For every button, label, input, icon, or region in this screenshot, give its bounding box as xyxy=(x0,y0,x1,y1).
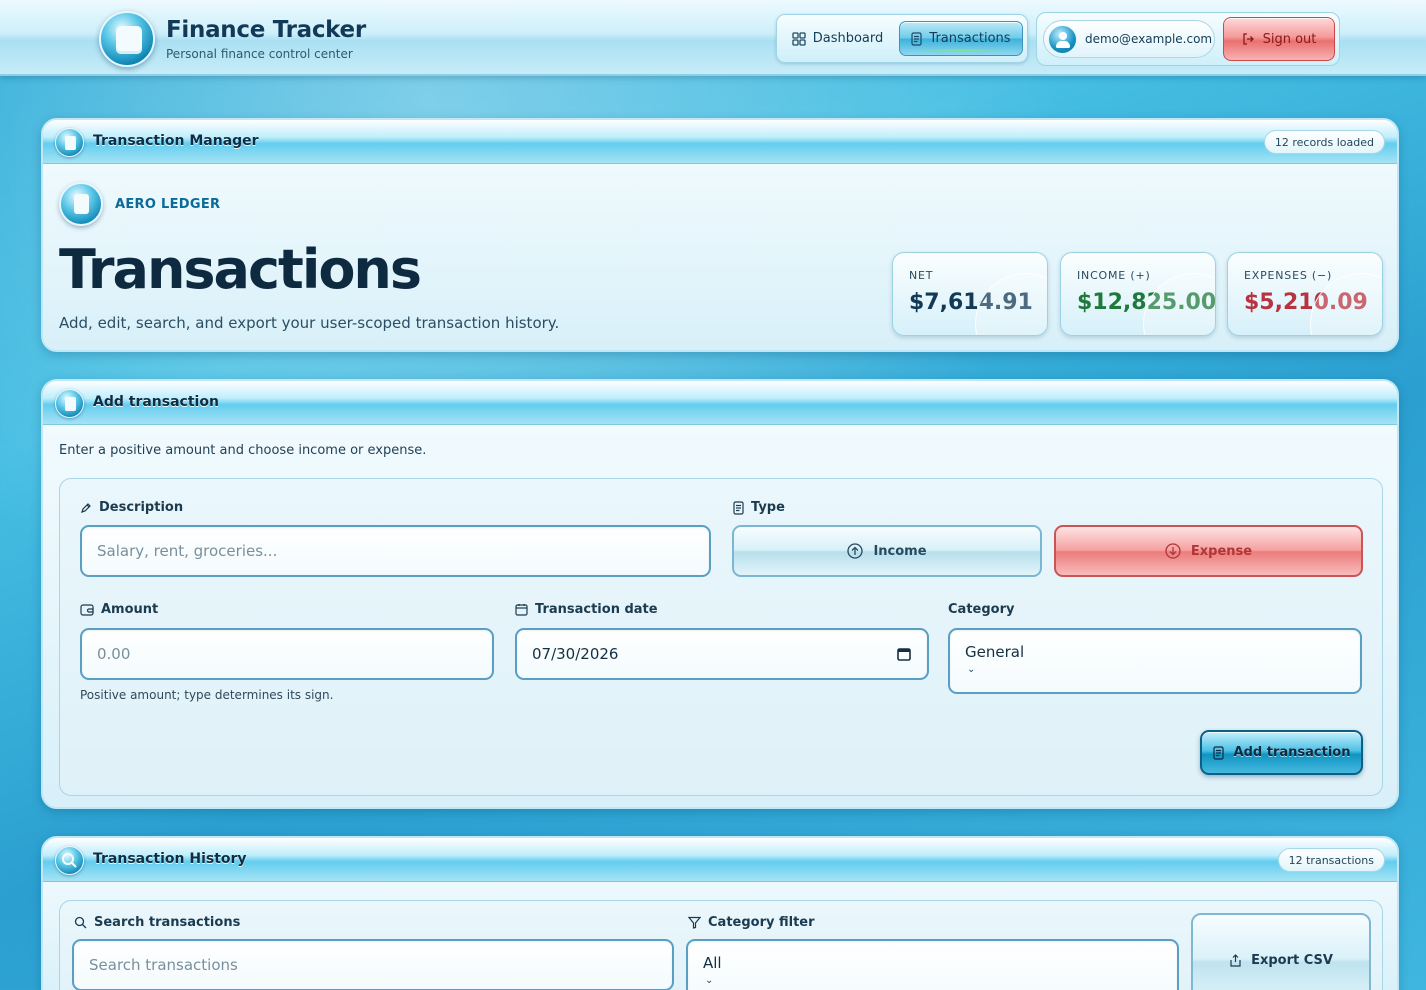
main-nav: Dashboard Transactions xyxy=(776,14,1028,63)
category-label: Category xyxy=(948,602,1014,617)
expenses-value: $5,210.09 xyxy=(1244,290,1368,315)
add-transaction-panel: Add transaction Enter a positive amount … xyxy=(41,379,1399,809)
sign-out-label: Sign out xyxy=(1262,31,1317,47)
category-filter-label-text: Category filter xyxy=(708,915,815,930)
category-select[interactable]: General ⌄ xyxy=(948,628,1362,694)
amount-label: Amount xyxy=(80,602,158,617)
date-label-text: Transaction date xyxy=(535,602,658,617)
nav-dashboard-button[interactable]: Dashboard xyxy=(784,21,891,56)
history-filters: Search transactions Search transactions … xyxy=(59,900,1383,990)
page-description: Add, edit, search, and export your user-… xyxy=(59,314,560,332)
eyebrow-label: AERO LEDGER xyxy=(115,197,221,212)
user-avatar-icon xyxy=(1048,24,1077,54)
wallet-icon xyxy=(80,603,94,616)
calendar-icon xyxy=(515,603,528,616)
search-placeholder: Search transactions xyxy=(89,956,238,974)
filter-icon xyxy=(688,916,701,929)
amount-input[interactable]: 0.00 xyxy=(80,628,494,680)
amount-placeholder: 0.00 xyxy=(97,645,131,663)
transaction-manager-panel: Transaction Manager 12 records loaded AE… xyxy=(41,118,1399,352)
expenses-stat-card: EXPENSES (−) $5,210.09 xyxy=(1227,252,1383,336)
export-csv-label: Export CSV xyxy=(1251,953,1333,968)
search-label-text: Search transactions xyxy=(94,915,241,930)
sign-out-icon xyxy=(1242,33,1254,45)
category-label-text: Category xyxy=(948,602,1015,617)
export-csv-button[interactable]: Export CSV xyxy=(1191,913,1371,990)
amount-label-text: Amount xyxy=(101,602,159,617)
description-label: Description xyxy=(80,500,183,515)
income-stat-card: INCOME (+) $12,825.00 xyxy=(1060,252,1216,336)
app-subtitle: Personal finance control center xyxy=(166,47,353,61)
expense-label: Expense xyxy=(1190,543,1253,559)
nav-transactions-button[interactable]: Transactions xyxy=(899,21,1023,56)
export-icon xyxy=(1229,954,1242,967)
add-transaction-label: Add transaction xyxy=(1233,745,1351,760)
chevron-down-icon: ⌄ xyxy=(967,664,976,675)
aero-ledger-icon xyxy=(59,182,103,226)
net-stat-card: NET $7,614.91 xyxy=(892,252,1048,336)
description-label-text: Description xyxy=(99,500,184,515)
type-label-text: Type xyxy=(751,500,785,515)
records-loaded-badge: 12 records loaded xyxy=(1263,130,1385,154)
panel-header: Transaction Manager 12 records loaded xyxy=(43,120,1397,164)
expense-type-button[interactable]: Expense xyxy=(1054,525,1363,577)
dashboard-grid-icon xyxy=(792,31,806,46)
panel-title: Transaction History xyxy=(93,851,247,867)
form-hint: Enter a positive amount and choose incom… xyxy=(59,443,427,458)
income-label: Income xyxy=(873,543,927,559)
arrow-up-circle-icon xyxy=(847,543,864,559)
app-logo-icon xyxy=(99,11,155,67)
category-filter-value: All xyxy=(703,954,722,972)
panel-title: Transaction Manager xyxy=(93,133,259,149)
page-title: Transactions xyxy=(59,238,422,301)
stat-label: NET xyxy=(909,269,934,282)
type-label: Type xyxy=(733,500,785,515)
panel-header: Add transaction xyxy=(43,381,1397,425)
search-label: Search transactions xyxy=(74,915,240,930)
ledger-icon xyxy=(55,389,84,418)
category-filter-select[interactable]: All ⌄ xyxy=(686,939,1179,990)
user-account-chip[interactable]: demo@example.com xyxy=(1043,20,1215,58)
chevron-down-icon: ⌄ xyxy=(705,975,714,986)
user-email: demo@example.com xyxy=(1085,32,1213,46)
search-orb-icon xyxy=(55,846,84,875)
sign-out-button[interactable]: Sign out xyxy=(1223,17,1335,61)
nav-transactions-label: Transactions xyxy=(929,31,1011,46)
receipt-icon xyxy=(1212,745,1224,760)
stat-label: EXPENSES (−) xyxy=(1244,269,1333,282)
panel-header: Transaction History 12 transactions xyxy=(43,838,1397,882)
receipt-icon xyxy=(911,31,923,46)
date-value: 07/30/2026 xyxy=(532,645,619,663)
app-title: Finance Tracker xyxy=(166,17,366,43)
top-navigation-bar: Finance Tracker Personal finance control… xyxy=(0,0,1426,76)
search-icon xyxy=(74,916,87,929)
category-value: General xyxy=(965,643,1025,661)
income-type-button[interactable]: Income xyxy=(732,525,1042,577)
pencil-icon xyxy=(80,502,92,514)
date-label: Transaction date xyxy=(515,602,658,617)
arrow-down-circle-icon xyxy=(1165,543,1181,559)
amount-help-text: Positive amount; type determines its sig… xyxy=(80,688,334,702)
transaction-date-input[interactable]: 07/30/2026 xyxy=(515,628,929,680)
search-input[interactable]: Search transactions xyxy=(72,939,674,990)
nav-dashboard-label: Dashboard xyxy=(812,31,884,46)
net-value: $7,614.91 xyxy=(909,290,1033,315)
panel-title: Add transaction xyxy=(93,394,219,410)
description-input[interactable]: Salary, rent, groceries... xyxy=(80,525,711,577)
add-transaction-form: Description Salary, rent, groceries... T… xyxy=(59,478,1383,796)
transactions-count-badge: 12 transactions xyxy=(1277,848,1385,872)
income-value: $12,825.00 xyxy=(1077,290,1216,315)
ledger-icon xyxy=(55,128,84,157)
transaction-history-panel: Transaction History 12 transactions Sear… xyxy=(41,836,1399,990)
add-transaction-button[interactable]: Add transaction xyxy=(1200,730,1363,775)
description-placeholder: Salary, rent, groceries... xyxy=(97,542,278,560)
calendar-picker-icon[interactable] xyxy=(897,647,911,661)
receipt-icon xyxy=(733,500,744,515)
stat-label: INCOME (+) xyxy=(1077,269,1151,282)
category-filter-label: Category filter xyxy=(688,915,815,930)
user-area: demo@example.com Sign out xyxy=(1036,12,1340,66)
